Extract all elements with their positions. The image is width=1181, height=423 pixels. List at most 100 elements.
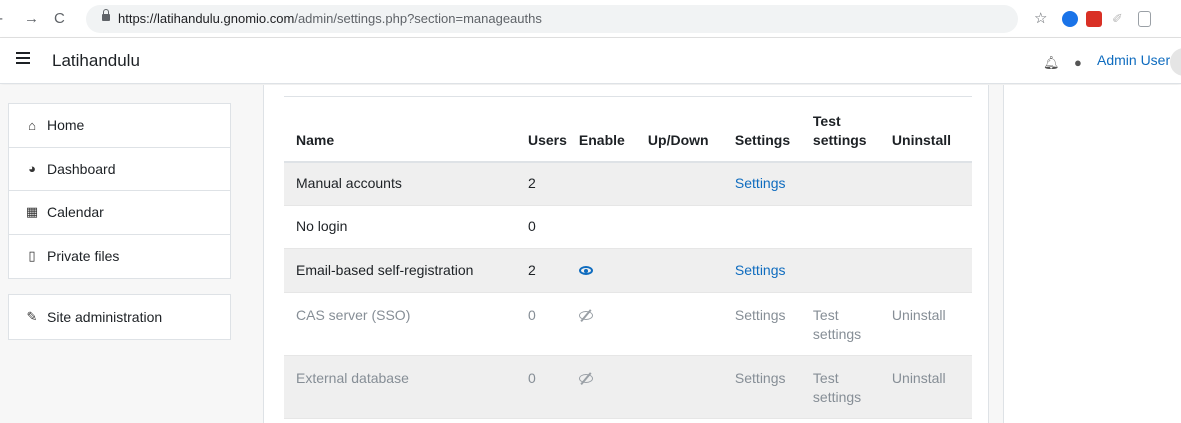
user-count: 0: [516, 292, 567, 356]
star-icon[interactable]: ☆: [1034, 10, 1047, 28]
uninstall-cell: Uninstall: [879, 292, 972, 356]
site-navbar: Latihandulu 🔔︎ ● Admin User: [0, 38, 1181, 84]
enable-cell: [566, 292, 636, 356]
settings-cell: Settings: [722, 161, 801, 206]
nav-group-admin: ✎ Site administration: [8, 294, 231, 340]
page-region: ⌂ Home ◕ Dashboard ▦ Calendar ▯ Private …: [0, 85, 1181, 423]
enable-cell: [566, 355, 636, 419]
col-header-test-settings: Test settings: [800, 96, 880, 163]
nav-group-main: ⌂ Home ◕ Dashboard ▦ Calendar ▯ Private …: [8, 103, 231, 279]
updown-cell: [635, 161, 723, 206]
uninstall-link[interactable]: Uninstall: [892, 307, 946, 323]
user-count: 0: [516, 355, 567, 419]
updown-cell: [635, 205, 723, 249]
user-count: 2: [516, 248, 567, 293]
auth-plugins-table: Name Users Enable Up/Down Settings Test s…: [284, 96, 972, 419]
test-settings-link[interactable]: Test settings: [813, 370, 861, 405]
nav-item-dashboard[interactable]: ◕ Dashboard: [9, 148, 230, 191]
wrench-icon: ✎: [26, 308, 38, 324]
updown-cell: [635, 248, 723, 293]
right-panel: [1003, 85, 1181, 423]
address-bar[interactable]: https://latihandulu.gnomio.com/admin/set…: [86, 5, 1018, 33]
menu-toggle-icon[interactable]: [16, 52, 30, 66]
file-icon: ▯: [28, 248, 36, 264]
dashboard-icon: ◕: [28, 161, 36, 177]
nav-item-label: Calendar: [47, 204, 104, 221]
settings-cell: Settings: [722, 292, 801, 356]
url-text: https://latihandulu.gnomio.com/admin/set…: [118, 11, 542, 26]
settings-link[interactable]: Settings: [735, 262, 786, 278]
extension-pin-icon[interactable]: ✐: [1112, 10, 1123, 28]
forward-arrow-icon[interactable]: →: [24, 10, 39, 28]
uninstall-cell: [879, 161, 972, 206]
updown-cell: [635, 355, 723, 419]
user-menu[interactable]: Admin User: [1097, 52, 1170, 68]
lock-icon: [102, 9, 110, 21]
nav-item-label: Home: [47, 117, 85, 134]
col-header-uninstall: Uninstall: [879, 96, 972, 163]
table-row: No login 0: [284, 205, 972, 249]
browser-toolbar: - → C https://latihandulu.gnomio.com/adm…: [0, 0, 1181, 38]
col-header-updown: Up/Down: [635, 96, 723, 163]
back-arrow-icon[interactable]: -: [0, 10, 3, 28]
nav-item-site-administration[interactable]: ✎ Site administration: [9, 295, 230, 339]
col-header-name[interactable]: Name: [284, 96, 516, 163]
settings-cell: Settings: [722, 248, 801, 293]
user-count: 2: [516, 161, 567, 206]
settings-cell: Settings: [722, 355, 801, 419]
chat-icon[interactable]: ●: [1074, 55, 1082, 70]
extension-page-icon[interactable]: [1138, 11, 1151, 27]
enable-cell: [566, 205, 636, 249]
plugin-name: Email-based self-registration: [284, 248, 516, 293]
test-settings-cell: [800, 248, 880, 293]
table-row: CAS server (SSO) 0 Settings Test settings…: [284, 292, 972, 356]
home-icon: ⌂: [28, 117, 36, 133]
site-name[interactable]: Latihandulu: [52, 51, 140, 71]
uninstall-cell: [879, 248, 972, 293]
uninstall-cell: [879, 205, 972, 249]
test-settings-cell: [800, 205, 880, 249]
col-header-settings: Settings: [722, 96, 801, 163]
reload-icon[interactable]: C: [54, 10, 65, 28]
nav-item-label: Dashboard: [47, 160, 116, 177]
bell-icon[interactable]: 🔔︎: [1043, 55, 1060, 71]
enable-cell: [566, 161, 636, 206]
extension-q-icon[interactable]: [1062, 11, 1078, 27]
eye-slash-icon[interactable]: [578, 310, 593, 320]
table-row: External database 0 Settings Test setting…: [284, 355, 972, 419]
eye-slash-icon[interactable]: [578, 373, 593, 383]
settings-link[interactable]: Settings: [735, 175, 786, 191]
plugin-name: No login: [284, 205, 516, 249]
col-header-users[interactable]: Users: [516, 96, 567, 163]
col-header-enable: Enable: [566, 96, 636, 163]
enable-cell: [566, 248, 636, 293]
test-settings-cell: Test settings: [800, 292, 880, 356]
settings-link[interactable]: Settings: [735, 307, 786, 323]
nav-drawer: ⌂ Home ◕ Dashboard ▦ Calendar ▯ Private …: [8, 103, 231, 340]
table-row: Email-based self-registration 2 Settings: [284, 248, 972, 293]
plugin-name: External database: [284, 355, 516, 419]
eye-open-icon[interactable]: [578, 265, 593, 275]
avatar[interactable]: [1170, 48, 1181, 76]
nav-item-calendar[interactable]: ▦ Calendar: [9, 191, 230, 235]
nav-item-home[interactable]: ⌂ Home: [9, 104, 230, 148]
plugin-name: Manual accounts: [284, 161, 516, 206]
table-row: Manual accounts 2 Settings: [284, 161, 972, 206]
table-header-row: Name Users Enable Up/Down Settings Test s…: [284, 96, 972, 163]
main-content: Name Users Enable Up/Down Settings Test s…: [263, 85, 989, 423]
updown-cell: [635, 292, 723, 356]
plugin-name: CAS server (SSO): [284, 292, 516, 356]
test-settings-link[interactable]: Test settings: [813, 307, 861, 342]
settings-link[interactable]: Settings: [735, 370, 786, 386]
calendar-icon: ▦: [25, 204, 39, 220]
nav-item-label: Private files: [47, 248, 120, 265]
settings-cell: [722, 205, 801, 249]
test-settings-cell: Test settings: [800, 355, 880, 419]
extension-m-icon[interactable]: [1086, 11, 1102, 27]
test-settings-cell: [800, 161, 880, 206]
uninstall-cell: Uninstall: [879, 355, 972, 419]
nav-item-private-files[interactable]: ▯ Private files: [9, 235, 230, 279]
nav-item-label: Site administration: [47, 308, 163, 325]
user-count: 0: [516, 205, 567, 249]
uninstall-link[interactable]: Uninstall: [892, 370, 946, 386]
